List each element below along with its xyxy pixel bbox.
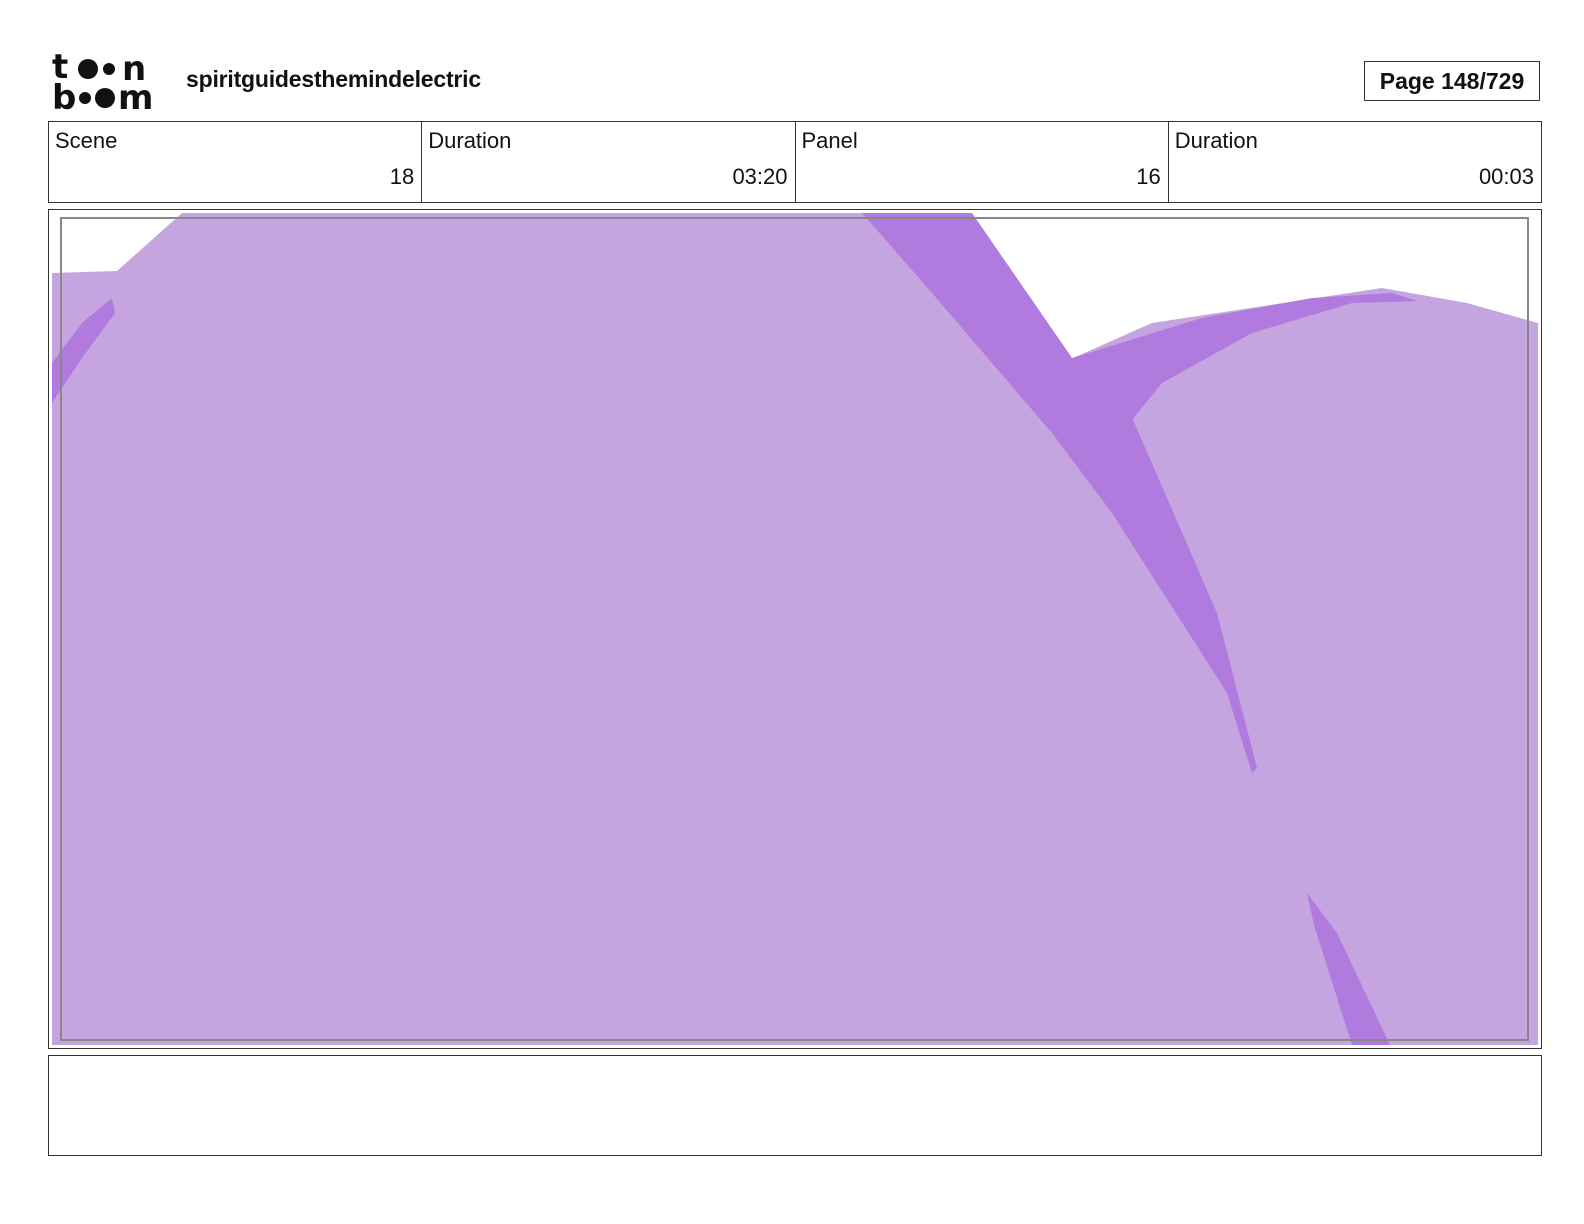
scene-value: 18	[389, 164, 415, 189]
panel-duration-label: Duration	[1174, 128, 1258, 153]
scene-duration-label: Duration	[428, 128, 512, 153]
panel-duration-value: 00:03	[1478, 164, 1534, 189]
scene-cell: Scene 18	[49, 122, 423, 202]
panel-duration-cell: Duration 00:03	[1169, 122, 1541, 202]
scene-duration-cell: Duration 03:20	[422, 122, 796, 202]
scene-duration-value: 03:20	[732, 164, 788, 189]
panel-label: Panel	[801, 128, 858, 153]
panel-cell: Panel 16	[796, 122, 1169, 202]
project-title: spiritguidesthemindelectric	[186, 66, 481, 92]
panel-info-table: Scene 18 Duration 03:20 Panel 16 Duratio…	[48, 121, 1542, 203]
storyboard-panel	[48, 209, 1542, 1049]
scene-label: Scene	[55, 128, 118, 153]
toonboom-logo: t n b m	[52, 52, 153, 112]
panel-value: 16	[1136, 164, 1161, 189]
panel-drawing	[52, 213, 1538, 1045]
page-number-badge: Page 148/729	[1364, 61, 1540, 101]
panel-notes-box[interactable]	[48, 1055, 1542, 1156]
svg-text:b: b	[52, 78, 76, 112]
svg-text:m: m	[118, 78, 153, 112]
